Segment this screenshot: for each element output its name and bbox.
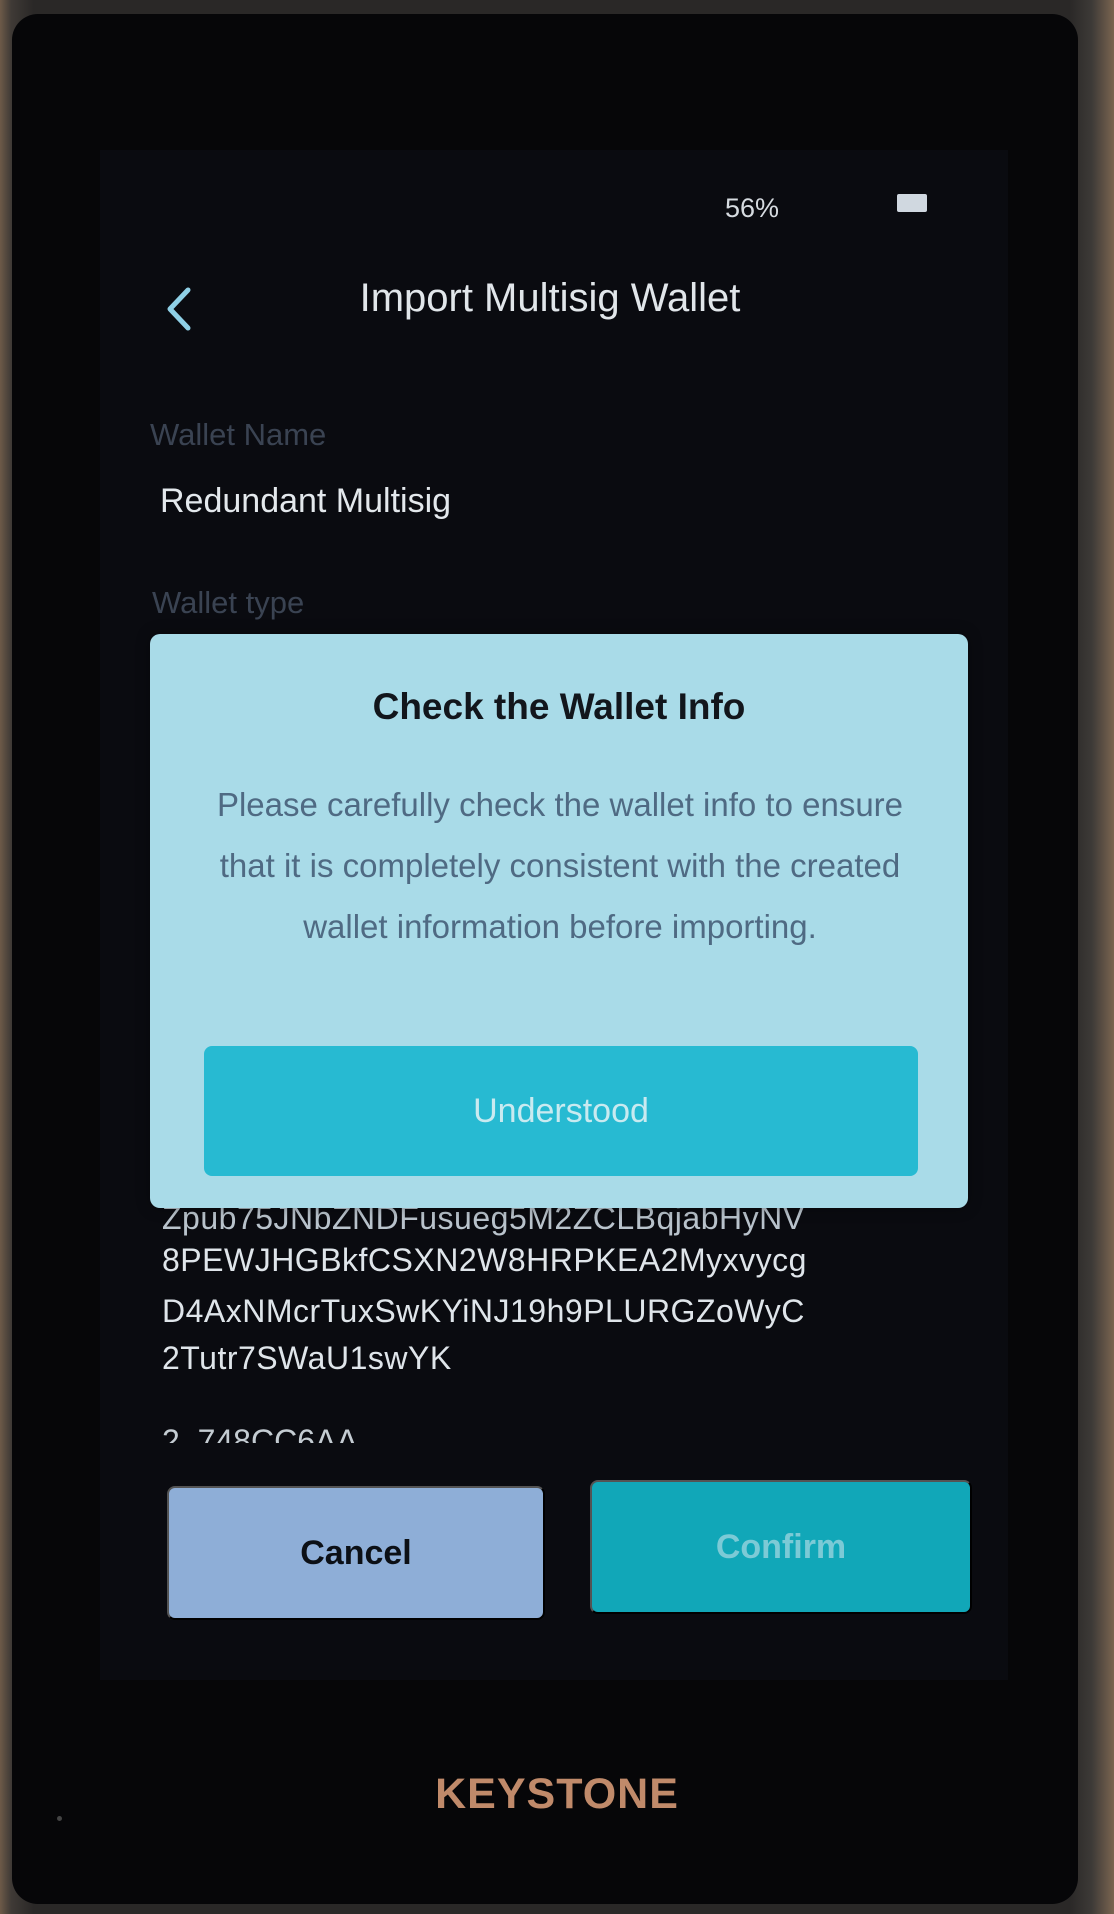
- xpub-line: 8PEWJHGBkfCSXN2W8HRPKEA2Myxvycg: [162, 1242, 807, 1278]
- fingerprint-partial: 2. 748CC6AA: [162, 1425, 358, 1443]
- check-wallet-info-dialog: Check the Wallet Info Please carefully c…: [150, 634, 968, 1208]
- cancel-button[interactable]: Cancel: [167, 1486, 545, 1620]
- wallet-name-label: Wallet Name: [150, 417, 327, 452]
- xpub-line: D4AxNMcrTuxSwKYiNJ19h9PLURGZoWyC: [162, 1293, 805, 1329]
- dialog-title: Check the Wallet Info: [372, 686, 746, 727]
- battery-percent: 56%: [725, 193, 780, 223]
- battery-icon: [897, 194, 927, 212]
- chevron-left-icon[interactable]: [164, 284, 194, 334]
- keystone-logo: KEYSTONE: [435, 1770, 679, 1818]
- confirm-button[interactable]: Confirm: [590, 1480, 972, 1614]
- wallet-name-value: Redundant Multisig: [160, 482, 452, 520]
- page-title: Import Multisig Wallet: [359, 276, 741, 320]
- xpub-line: 2Tutr7SWaU1swYK: [162, 1340, 452, 1376]
- wallet-type-label: Wallet type: [152, 585, 305, 620]
- dialog-message: Please carefully check the wallet info t…: [216, 786, 904, 945]
- understood-button[interactable]: Understood: [204, 1046, 918, 1176]
